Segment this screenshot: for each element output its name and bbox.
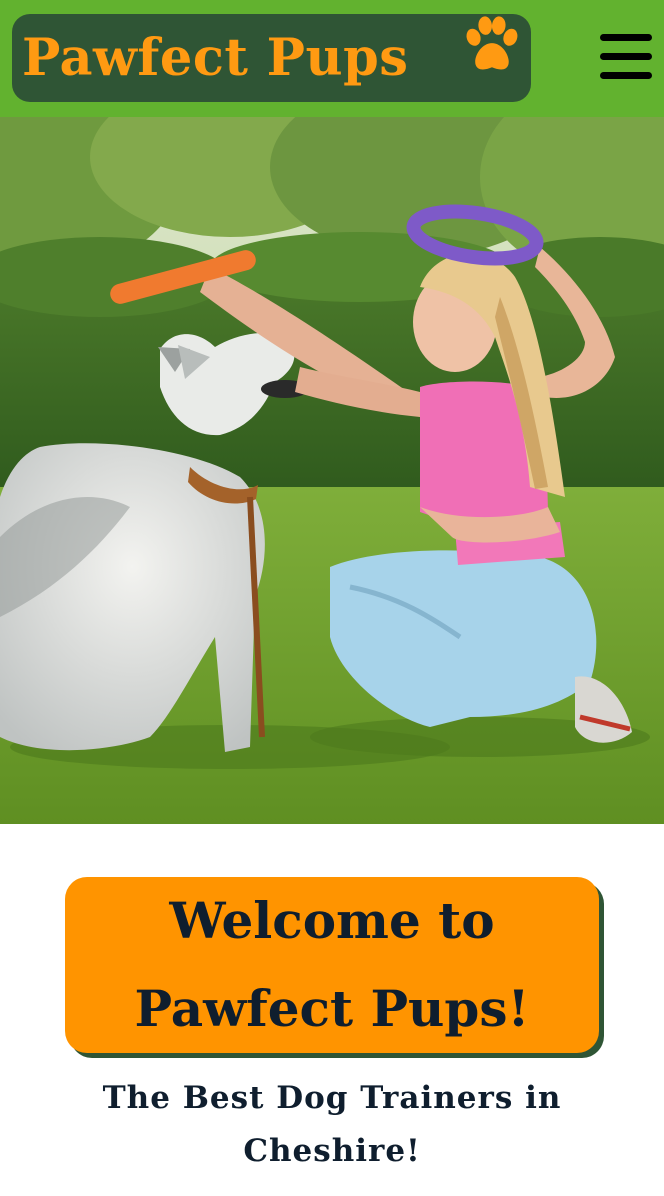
brand-name: Pawfect Pups bbox=[22, 27, 409, 88]
welcome-button[interactable]: Welcome to Pawfect Pups! bbox=[65, 877, 599, 1053]
brand-logo[interactable]: Pawfect Pups bbox=[12, 14, 531, 102]
woman-training-husky-photo bbox=[0, 117, 664, 824]
paw-icon bbox=[466, 16, 518, 70]
welcome-heading: Welcome to Pawfect Pups! bbox=[134, 891, 530, 1038]
hero-image bbox=[0, 117, 664, 824]
top-navbar: Pawfect Pups bbox=[0, 0, 664, 117]
tagline-text: The Best Dog Trainers in Cheshire! bbox=[102, 1080, 562, 1169]
hamburger-menu-icon[interactable] bbox=[600, 32, 652, 82]
